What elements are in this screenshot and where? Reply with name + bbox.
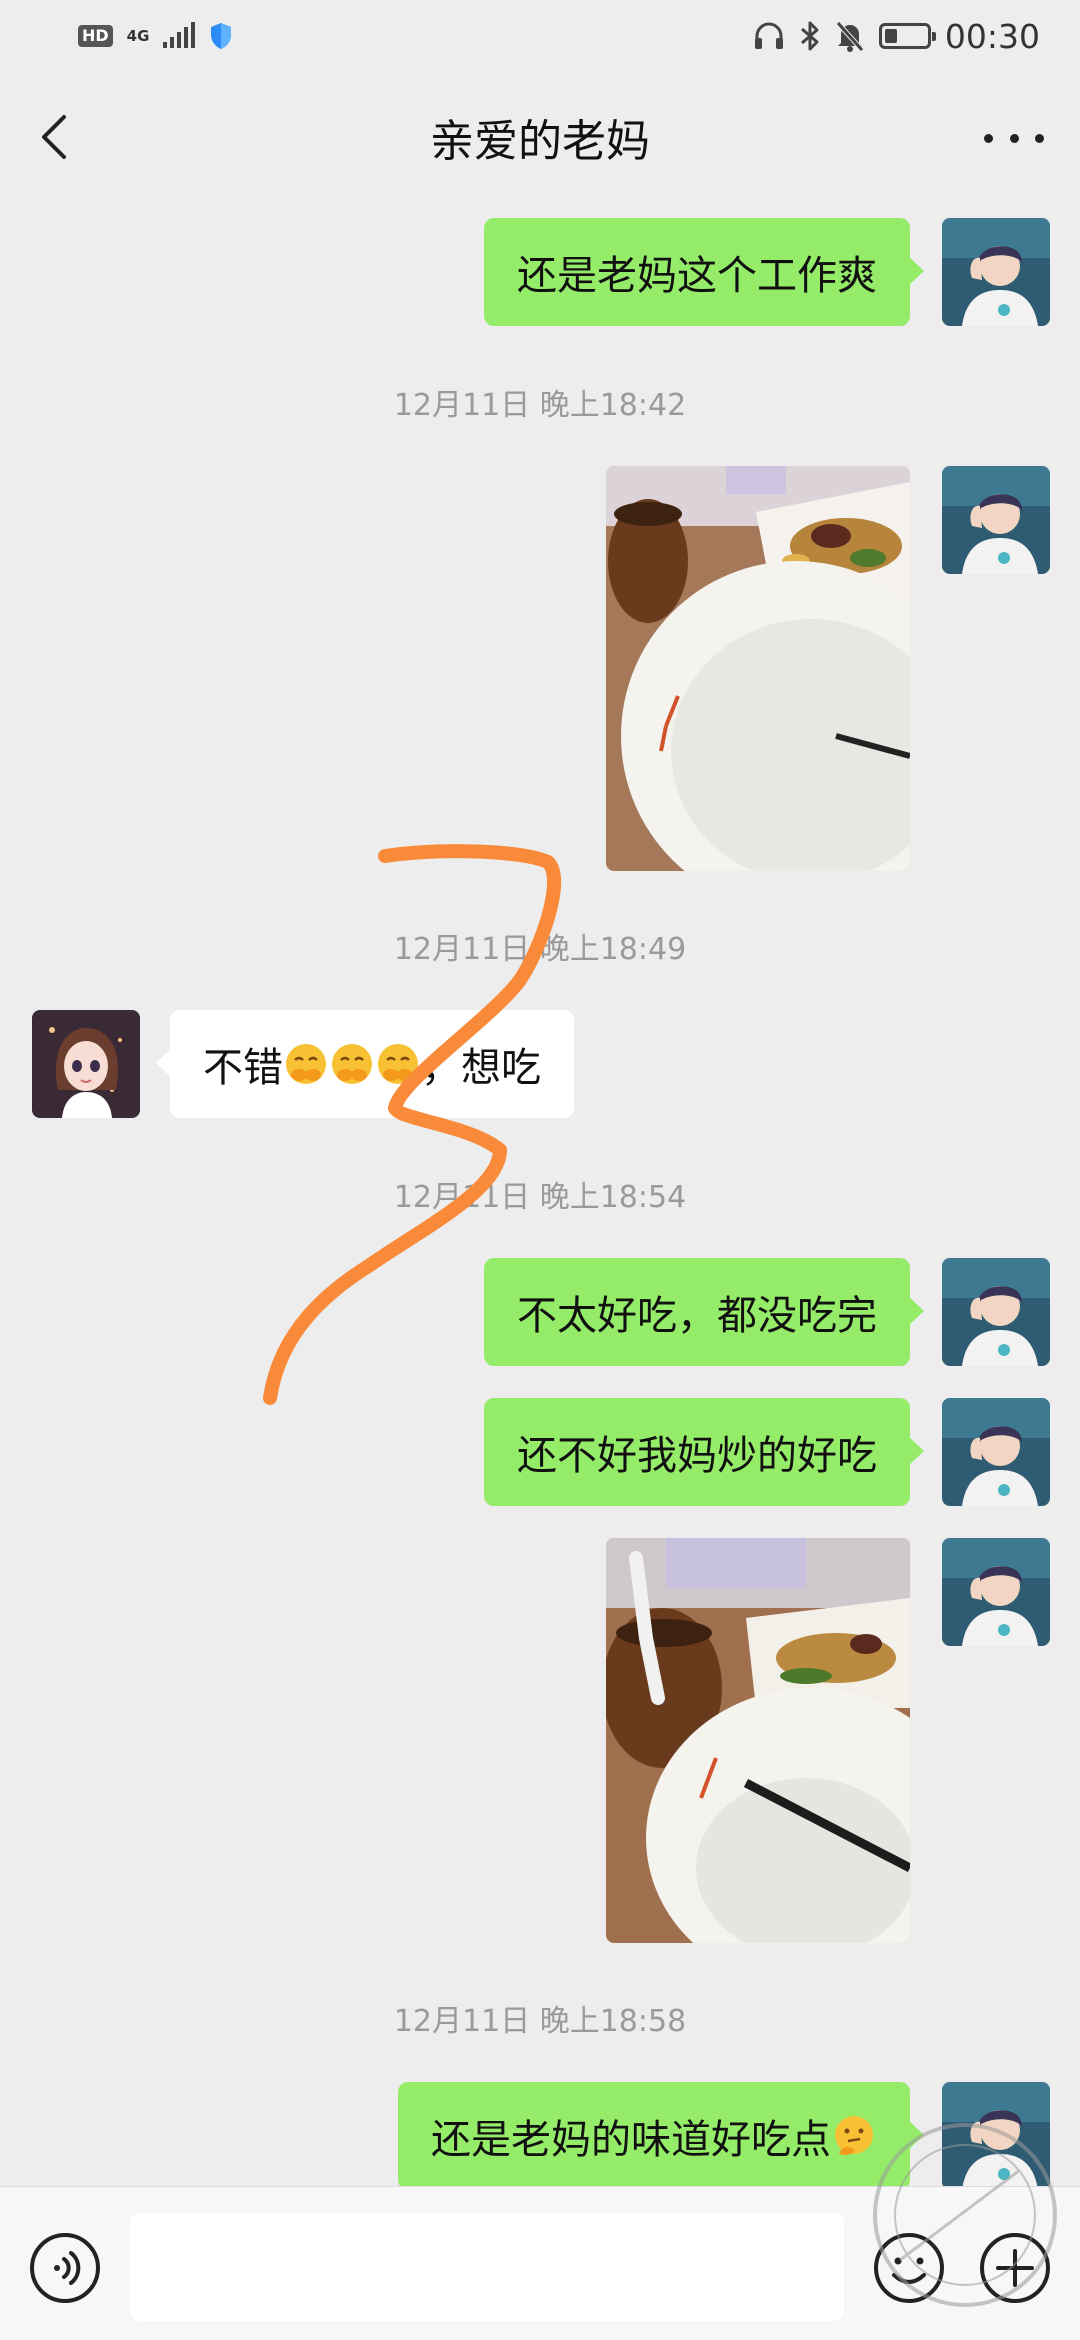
timestamp: 12月11日 晚上18:49 [393, 932, 687, 967]
avatar-image [942, 1398, 1050, 1506]
chat-header: 亲爱的老妈 [0, 72, 1080, 202]
my-message-bubble[interactable]: 还是老妈这个工作爽 [484, 218, 924, 326]
message-input[interactable] [130, 2213, 844, 2321]
my-message-bubble[interactable]: 还是老妈的味道好吃点 [398, 2082, 924, 2190]
photo-message[interactable] [606, 466, 910, 871]
back-button[interactable] [30, 107, 80, 167]
timestamp: 12月11日 晚上18:58 [393, 2004, 687, 2039]
meal-photo-image [606, 466, 910, 871]
avatar-image [32, 1010, 140, 1118]
chat-screen: HD 4G 00:30 亲爱的老妈 还是老妈这个工作爽 12月11日 晚上18:… [0, 0, 1080, 2340]
status-time: 00:30 [944, 16, 1040, 56]
more-icon-dot [984, 133, 993, 143]
shield-icon [211, 23, 232, 49]
avatar-image [942, 466, 1050, 574]
headphones-icon [754, 22, 783, 49]
timestamp: 12月11日 晚上18:42 [393, 388, 687, 423]
meal-photo-leftovers-image [606, 1538, 910, 1943]
more-button[interactable] [984, 120, 1044, 156]
status-bar: HD 4G 00:30 [0, 0, 1080, 72]
my-avatar[interactable] [942, 1538, 1050, 1646]
avatar-image [942, 1538, 1050, 1646]
message-text: ，想吃 [421, 1045, 541, 1091]
message-text: 还是老妈的味道好吃点 [431, 2117, 831, 2163]
signal-group: 4G [126, 26, 150, 45]
status-right: 00:30 [753, 17, 1040, 56]
plus-icon[interactable] [978, 2231, 1052, 2305]
my-avatar[interactable] [942, 218, 1050, 326]
mute-icon [836, 21, 864, 52]
network-label: 4G [126, 26, 150, 45]
my-avatar[interactable] [942, 1398, 1050, 1506]
message-list[interactable]: 还是老妈这个工作爽 12月11日 晚上18:42 12月11日 晚上18:49 … [0, 202, 1080, 2190]
shushing-face-emoji-icon [378, 1044, 418, 1084]
my-avatar[interactable] [942, 2082, 1050, 2190]
status-left: HD 4G [78, 22, 233, 50]
my-avatar[interactable] [942, 1258, 1050, 1366]
message-text: 不错 [203, 1045, 283, 1091]
message-text: 还不好我妈炒的好吃 [517, 1433, 877, 1479]
voice-icon[interactable] [28, 2231, 102, 2305]
battery-icon [878, 23, 936, 49]
my-avatar[interactable] [942, 466, 1050, 574]
my-message-bubble[interactable]: 还不好我妈炒的好吃 [484, 1398, 924, 1506]
timestamp: 12月11日 晚上18:54 [393, 1180, 687, 1215]
avatar-image [942, 218, 1050, 326]
message-text: 不太好吃，都没吃完 [517, 1293, 877, 1339]
hd-icon: HD [78, 25, 113, 47]
shushing-face-emoji-icon [332, 1044, 372, 1084]
signal-icon [163, 22, 196, 48]
avatar-image [942, 1258, 1050, 1366]
my-message-bubble[interactable]: 不太好吃，都没吃完 [484, 1258, 924, 1366]
mom-avatar[interactable] [32, 1010, 140, 1118]
bluetooth-icon [800, 21, 819, 51]
thinking-emoji-icon [835, 2116, 873, 2156]
avatar-image [942, 2082, 1050, 2190]
more-icon-dot [1009, 133, 1019, 143]
input-bar [0, 2186, 1080, 2340]
mom-message-bubble[interactable]: 不错 ，想吃 [156, 1010, 574, 1118]
more-icon-dot [1035, 133, 1044, 143]
photo-message[interactable] [606, 1538, 910, 1943]
shushing-face-emoji-icon [286, 1044, 326, 1084]
emoji-icon[interactable] [872, 2231, 946, 2305]
message-text: 还是老妈这个工作爽 [517, 253, 877, 299]
page-title: 亲爱的老妈 [430, 116, 650, 167]
